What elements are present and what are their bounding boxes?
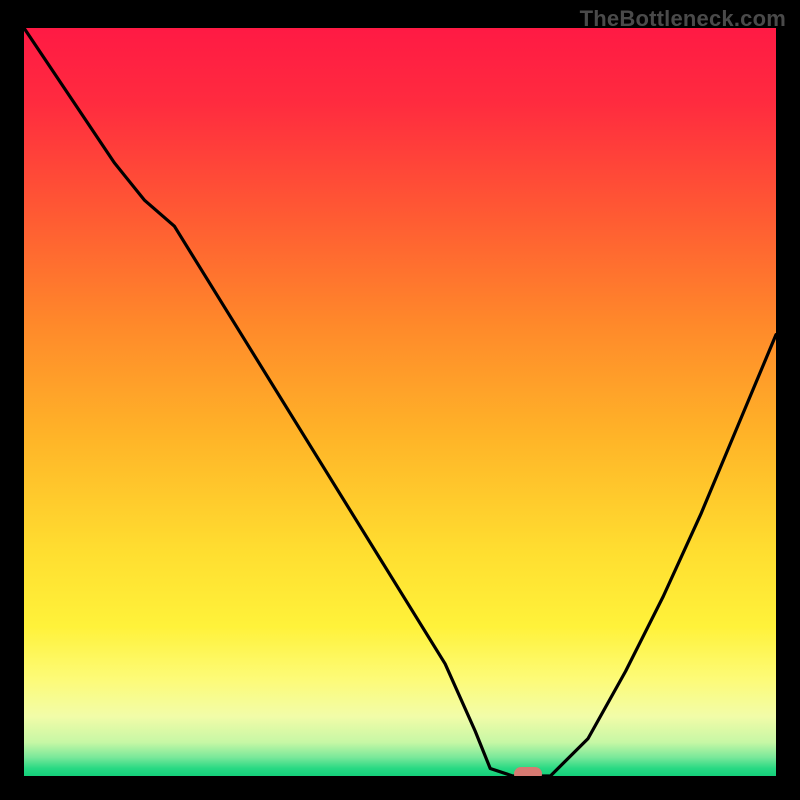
watermark-text: TheBottleneck.com [580, 6, 786, 32]
optimal-marker [514, 767, 542, 776]
chart-frame: TheBottleneck.com [0, 0, 800, 800]
chart-svg [24, 28, 776, 776]
gradient-background [24, 28, 776, 776]
plot-area [24, 28, 776, 776]
